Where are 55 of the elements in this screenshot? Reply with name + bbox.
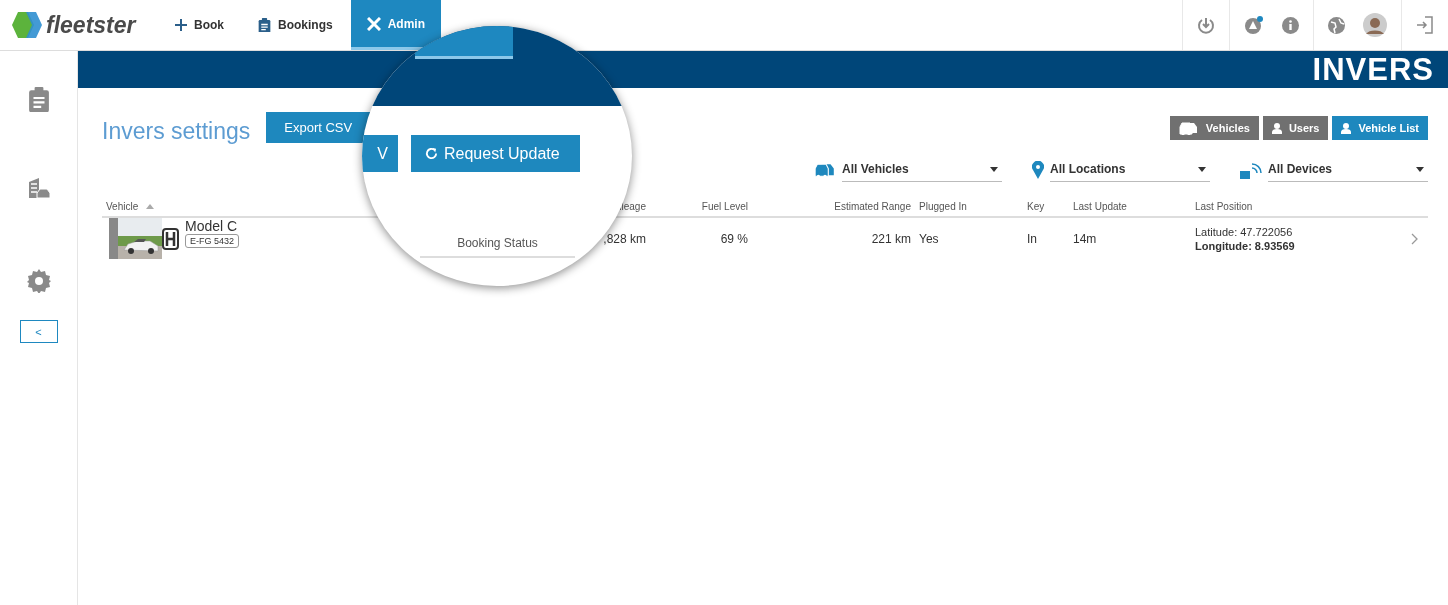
- building-car-icon: [26, 178, 51, 198]
- filter-dropdown[interactable]: All Devices: [1268, 157, 1428, 182]
- user-icon: [1271, 122, 1282, 134]
- view-button[interactable]: Vehicle List: [1332, 116, 1428, 140]
- view-button[interactable]: Users: [1262, 116, 1329, 140]
- logo-icon: [12, 12, 42, 38]
- action-button[interactable]: Request Update: [411, 135, 580, 172]
- power-icon[interactable]: [1197, 16, 1215, 34]
- export-button[interactable]: Export CSV: [266, 112, 371, 143]
- column-header[interactable]: Last Position: [1195, 200, 1253, 212]
- table-cell: Yes: [919, 231, 939, 246]
- brand-name: fleetster: [46, 11, 136, 39]
- plus-icon: [175, 19, 187, 31]
- nav-tab[interactable]: Book: [159, 0, 240, 50]
- device-signal-icon: [1240, 160, 1262, 179]
- table-cell: 14m: [1073, 231, 1097, 246]
- column-header[interactable]: Fuel Level: [701, 200, 748, 212]
- alert-icon[interactable]: [1244, 15, 1264, 35]
- column-header[interactable]: Booking Status: [420, 236, 575, 258]
- page-title: Invers settings: [102, 118, 251, 145]
- logout-icon[interactable]: [1416, 16, 1434, 34]
- table-cell: In: [1027, 231, 1037, 246]
- chevron-right-icon[interactable]: [1410, 232, 1418, 245]
- nav-tab[interactable]: Bookings: [242, 0, 349, 50]
- clipboard-icon: [27, 87, 50, 113]
- table-cell: 221 km: [871, 231, 911, 246]
- view-button[interactable]: Vehicles: [1169, 116, 1259, 140]
- table-cell: 69 %: [720, 231, 748, 246]
- column-header[interactable]: Last Update: [1073, 200, 1127, 212]
- car-brand-icon: [162, 228, 179, 250]
- location-pin-icon: [1032, 160, 1044, 179]
- invers-logo: INVERS: [1312, 51, 1434, 88]
- avatar[interactable]: [1363, 13, 1387, 37]
- license-plate: E-FG 5432: [185, 234, 240, 248]
- table-cell: ,828 km: [603, 231, 646, 246]
- filter-dropdown[interactable]: All Vehicles: [842, 157, 1002, 182]
- refresh-icon: [425, 147, 438, 160]
- collapse-button[interactable]: <: [19, 320, 58, 343]
- status-bar: [109, 218, 118, 259]
- latitude: Latitude: 47.722056: [1195, 225, 1293, 238]
- settings-icon[interactable]: [26, 269, 51, 293]
- globe-icon[interactable]: [1328, 16, 1345, 34]
- column-header[interactable]: Estimated Range: [834, 200, 911, 212]
- vehicle-name[interactable]: Model C: [185, 218, 240, 234]
- column-header[interactable]: Vehicle: [106, 200, 139, 212]
- column-header[interactable]: Plugged In: [919, 200, 967, 212]
- info-icon[interactable]: [1282, 16, 1299, 34]
- filter-dropdown[interactable]: All Locations: [1050, 157, 1210, 182]
- user-icon: [1341, 122, 1352, 134]
- nav-tab[interactable]: Admin: [350, 0, 441, 50]
- sort-icon: [146, 203, 155, 209]
- column-header[interactable]: Key: [1027, 200, 1045, 212]
- action-button[interactable]: V: [362, 135, 398, 172]
- clipboard-icon: [258, 17, 271, 33]
- longitude: Longitude: 8.93569: [1195, 239, 1295, 252]
